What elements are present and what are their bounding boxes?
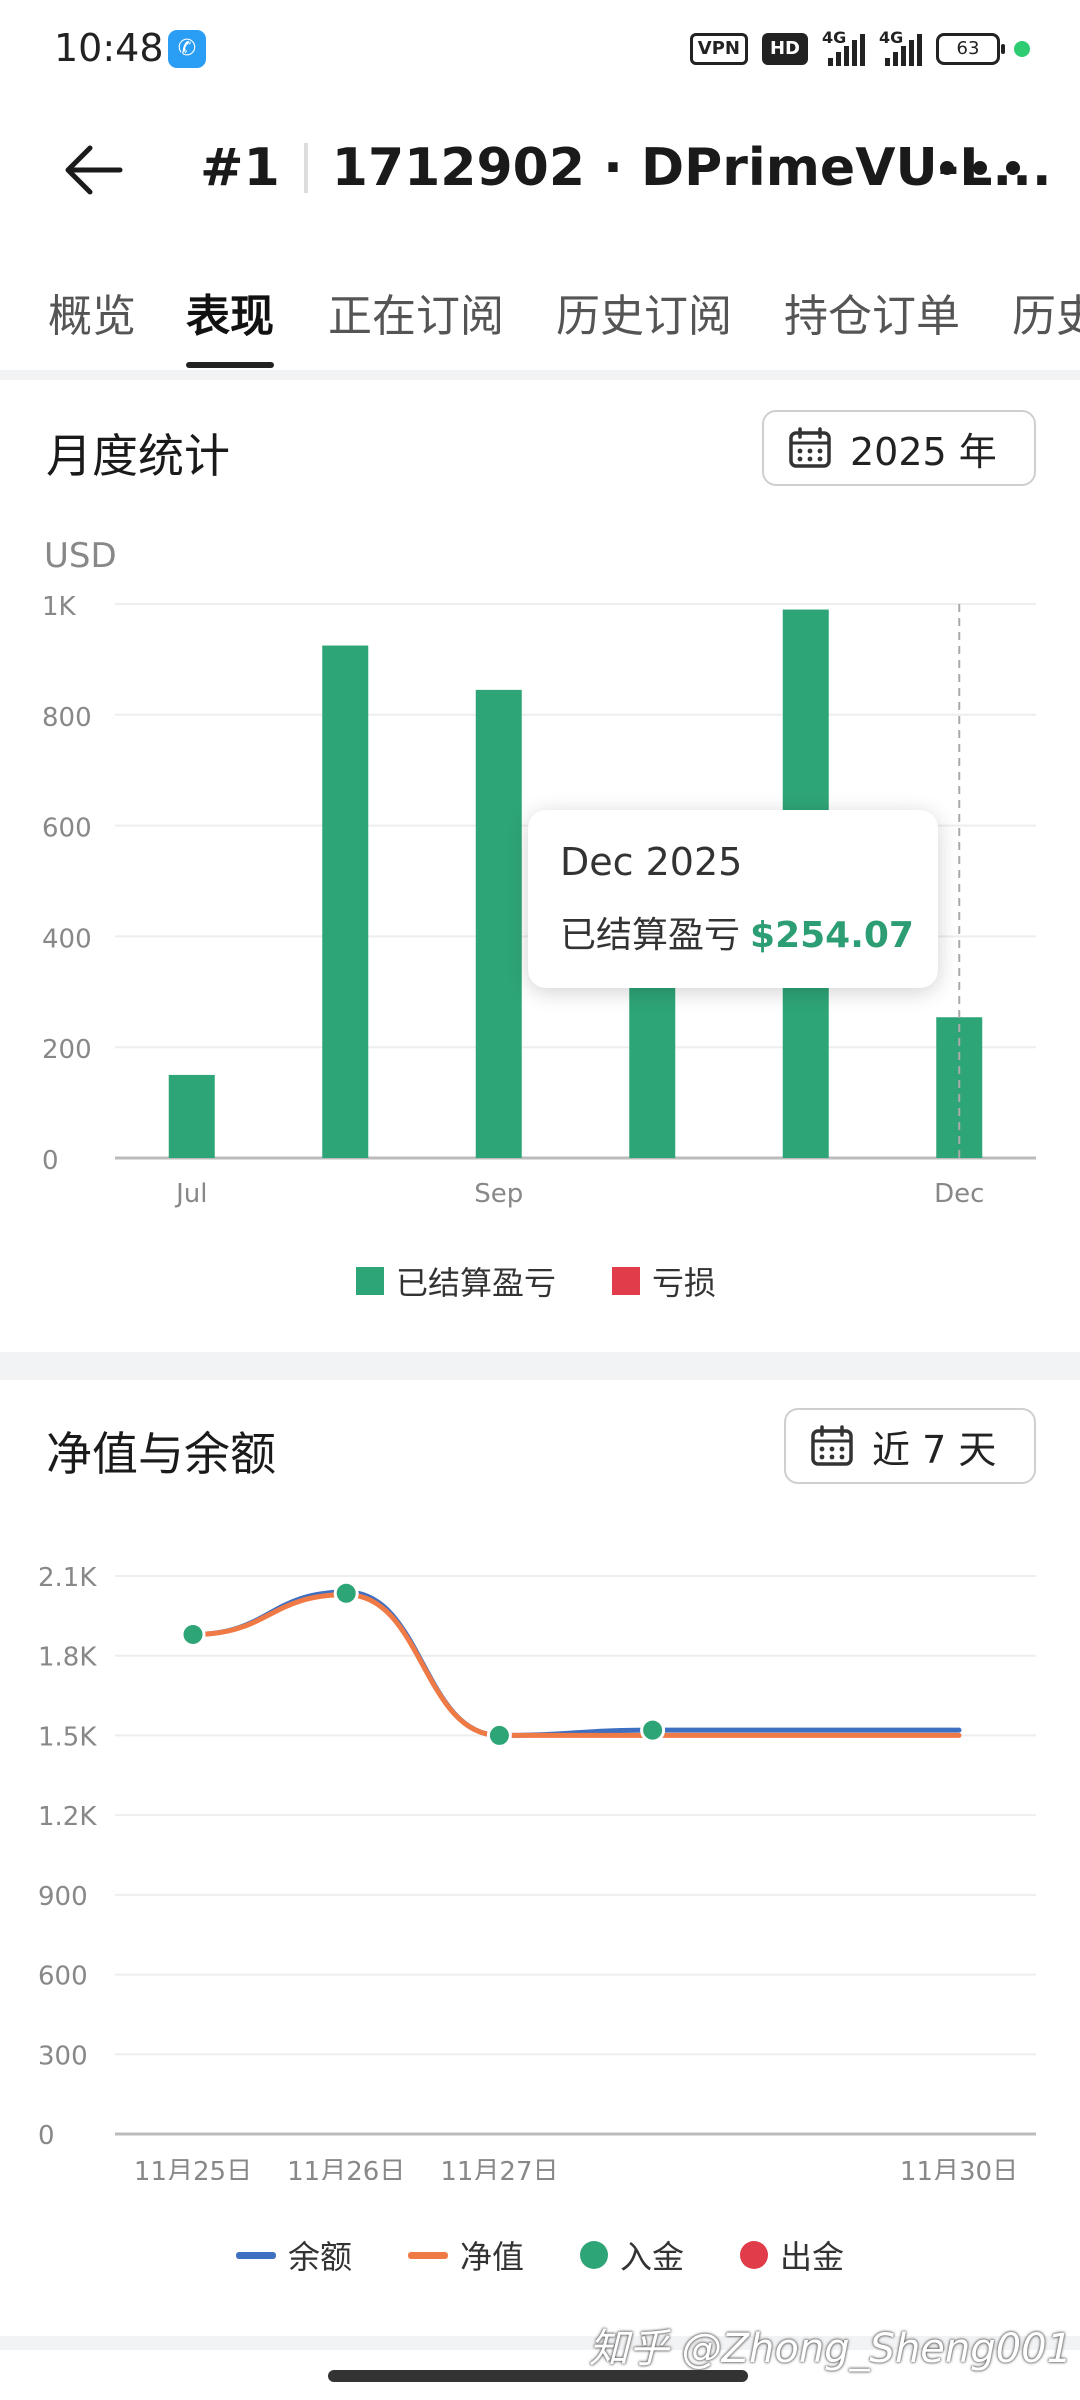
watermark: 知乎 @Zhong_Sheng001 xyxy=(588,2326,1072,2372)
y-tick-label: 900 xyxy=(38,1882,88,1912)
legend-label-equity: 净值 xyxy=(460,2238,525,2276)
equity-line-chart: 0 300 600 900 1.2K 1.5K 1.8K 2.1K 11月25日 11月26日 11… xyxy=(38,1563,1036,2180)
hd-icon: HD xyxy=(761,33,808,65)
back-arrow-icon[interactable] xyxy=(60,140,130,200)
legend-swatch-balance xyxy=(236,2251,276,2259)
page-title: #1 1712902 · DPrimeVU-L... xyxy=(200,138,1052,198)
tooltip-value: $254.07 xyxy=(750,915,914,956)
legend-swatch-deposit xyxy=(580,2241,609,2269)
legend-swatch-profit xyxy=(356,1267,384,1295)
y-tick-label: 0 xyxy=(42,1146,59,1176)
equity-legend: 余额 净值 入金 出金 xyxy=(236,2232,900,2278)
y-tick-label: 800 xyxy=(42,703,92,733)
y-tick-label: 2.1K xyxy=(38,1563,97,1593)
signal-app-icon: ✆ xyxy=(168,30,206,68)
x-tick-label: Dec xyxy=(934,1179,984,1209)
year-selector-label: 2025 年 xyxy=(850,429,997,474)
tab-current-subscriptions[interactable]: 正在订阅 xyxy=(328,280,504,344)
y-tick-label: 1.8K xyxy=(38,1643,97,1673)
y-tick-label: 1.2K xyxy=(38,1802,97,1832)
legend-swatch-loss xyxy=(612,1267,641,1295)
balance-line xyxy=(190,1589,962,1738)
bar-sep xyxy=(475,689,522,1158)
legend-item-equity[interactable]: 净值 xyxy=(408,2232,524,2278)
y-tick-label: 400 xyxy=(42,924,92,954)
deposit-marker xyxy=(640,1717,666,1743)
deposit-marker xyxy=(180,1621,206,1647)
legend-label-withdraw: 出金 xyxy=(780,2238,845,2276)
monthly-legend: 已结算盈亏 亏损 xyxy=(356,1258,772,1304)
bar-oct xyxy=(629,980,676,1158)
home-indicator[interactable] xyxy=(328,2370,748,2382)
tab-overview[interactable]: 概览 xyxy=(48,280,136,344)
privacy-indicator-dot xyxy=(1014,41,1030,57)
cellular-signal-icon-2: 4G xyxy=(879,28,922,66)
x-tick-label: 11月30日 xyxy=(900,2157,1018,2180)
legend-label-deposit: 入金 xyxy=(620,2238,685,2276)
y-axis-unit: USD xyxy=(44,536,117,576)
legend-swatch-equity xyxy=(408,2251,449,2259)
bar-jul xyxy=(168,1074,215,1158)
more-options-icon[interactable] xyxy=(940,148,1020,188)
y-tick-label: 600 xyxy=(42,814,92,844)
deposit-marker xyxy=(486,1722,512,1748)
rank-label: #1 xyxy=(200,138,280,198)
y-tick-label: 0 xyxy=(38,2121,55,2151)
y-tick-label: 200 xyxy=(42,1035,92,1065)
vpn-icon: VPN xyxy=(689,33,748,65)
tab-history[interactable]: 历史 xyxy=(1012,280,1080,344)
deposit-marker xyxy=(333,1580,359,1606)
cellular-signal-icon: 4G xyxy=(822,28,865,66)
bar-aug xyxy=(322,645,369,1158)
status-bar: 10:48 ✆ VPN HD 4G 4G 63 xyxy=(0,0,1080,100)
range-selector-label: 近 7 天 xyxy=(872,1427,997,1472)
calendar-icon xyxy=(789,427,831,468)
legend-item-profit[interactable]: 已结算盈亏 xyxy=(356,1258,556,1304)
x-tick-label: 11月27日 xyxy=(440,2157,558,2180)
legend-item-loss[interactable]: 亏损 xyxy=(612,1258,716,1304)
y-tick-label: 1.5K xyxy=(38,1722,97,1752)
x-tick-label: 11月26日 xyxy=(287,2157,405,2180)
calendar-icon xyxy=(811,1425,853,1466)
tab-bar: 概览 表现 正在订阅 历史订阅 持仓订单 历史 xyxy=(0,260,1080,370)
y-tick-label: 1K xyxy=(42,592,77,622)
legend-label-loss: 亏损 xyxy=(652,1264,717,1302)
legend-item-withdraw[interactable]: 出金 xyxy=(740,2232,844,2278)
tooltip-label: 已结算盈亏 xyxy=(560,915,741,956)
tab-open-positions[interactable]: 持仓订单 xyxy=(784,280,960,344)
y-tick-label: 300 xyxy=(38,2041,88,2071)
y-tick-label: 600 xyxy=(38,1962,88,1992)
legend-swatch-withdraw xyxy=(740,2241,769,2269)
tab-history-subscriptions[interactable]: 历史订阅 xyxy=(556,280,732,344)
monthly-stats-title: 月度统计 xyxy=(46,429,230,483)
status-time: 10:48 xyxy=(54,26,164,70)
section-divider-2 xyxy=(0,1352,1080,1380)
section-divider xyxy=(0,370,1080,380)
tooltip-row: 已结算盈亏 $254.07 xyxy=(560,906,914,958)
legend-label-balance: 余额 xyxy=(288,2238,353,2276)
x-tick-label: Sep xyxy=(474,1179,523,1209)
app-header: #1 1712902 · DPrimeVU-L... xyxy=(0,100,1080,240)
legend-item-balance[interactable]: 余额 xyxy=(236,2232,352,2278)
chart-tooltip: Dec 2025 已结算盈亏 $254.07 xyxy=(528,810,938,988)
legend-label-profit: 已结算盈亏 xyxy=(396,1264,557,1302)
status-icons: VPN HD 4G 4G 63 xyxy=(689,28,1030,66)
battery-icon: 63 xyxy=(936,33,1005,65)
tooltip-month: Dec 2025 xyxy=(560,840,743,884)
range-selector-button[interactable]: 近 7 天 xyxy=(784,1408,1036,1484)
equity-balance-title: 净值与余额 xyxy=(46,1427,276,1481)
equity-line xyxy=(190,1592,962,1738)
tab-performance[interactable]: 表现 xyxy=(186,280,274,344)
x-tick-label: Jul xyxy=(174,1179,207,1209)
legend-item-deposit[interactable]: 入金 xyxy=(580,2232,684,2278)
x-tick-label: 11月25日 xyxy=(134,2157,252,2180)
title-separator xyxy=(303,143,308,193)
year-selector-button[interactable]: 2025 年 xyxy=(762,410,1036,486)
active-tab-indicator xyxy=(186,362,274,368)
